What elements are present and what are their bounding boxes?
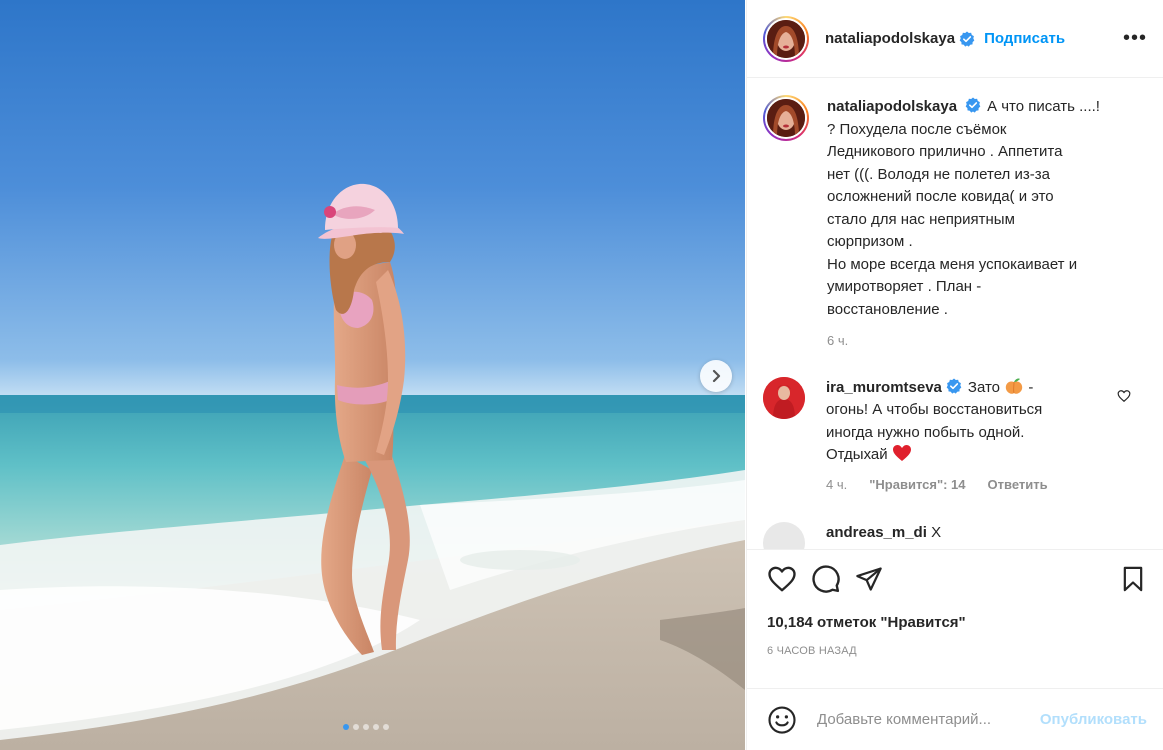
header-username[interactable]: nataliapodolskaya (825, 30, 955, 47)
caption-line: ? Похудела после съёмок (827, 120, 1007, 138)
carousel-dot (343, 724, 349, 730)
post-time-ago[interactable]: 6 ЧАСОВ НАЗАД (767, 645, 1147, 657)
comment-item: ira_muromtseva Зато - огонь! А чтобы вос… (763, 376, 1147, 497)
comment-time[interactable]: 4 ч. (826, 474, 847, 497)
carousel-dot (363, 724, 369, 730)
caption: nataliapodolskaya А что писать ....! ? П… (763, 95, 1147, 353)
carousel-indicator (343, 724, 389, 730)
post-header: nataliapodolskaya Подписать ••• (747, 0, 1163, 78)
carousel-dot (383, 724, 389, 730)
comment-line: Зато (967, 378, 1001, 396)
commenter-avatar[interactable] (763, 376, 805, 419)
caption-line: А что писать ....! (987, 98, 1100, 115)
caption-line: стало для нас неприятным (827, 210, 1015, 228)
comment-line: Х (931, 524, 942, 541)
author-avatar[interactable] (763, 15, 809, 62)
caption-text: nataliapodolskaya А что писать ....! ? П… (827, 96, 1127, 353)
emoji-smiley-icon[interactable] (767, 705, 797, 735)
comment-line: - (1028, 378, 1034, 396)
action-icons (767, 564, 1147, 594)
comment-meta: 4 ч. "Нравится": 14 Ответить (826, 474, 1116, 497)
commenter-avatar[interactable] (763, 522, 805, 549)
carousel-dot (373, 724, 379, 730)
caption-time[interactable]: 6 ч. (827, 330, 1127, 353)
like-comment-heart-icon[interactable] (1117, 389, 1131, 403)
caption-line: нет (((. Володя не полетел из-за (827, 165, 1050, 183)
follow-button[interactable]: Подписать (984, 30, 1065, 47)
share-send-icon[interactable] (855, 565, 883, 593)
post-side-panel: nataliapodolskaya Подписать ••• nataliap… (746, 0, 1163, 750)
caption-username[interactable]: nataliapodolskaya (827, 98, 957, 115)
more-options-icon[interactable]: ••• (1123, 27, 1147, 50)
publish-button[interactable]: Опубликовать (1040, 711, 1147, 728)
caption-line: Но море всегда меня успокаивает и (827, 255, 1078, 273)
comment-bubble-icon[interactable] (811, 564, 841, 594)
caption-line: осложнений после ковида( и это (827, 188, 1054, 205)
verified-badge-icon (946, 378, 962, 394)
comment-input[interactable] (817, 711, 1027, 728)
comment-line: Отдыхай (826, 446, 888, 463)
commenter-username[interactable]: ira_muromtseva (826, 379, 942, 396)
caption-line: умиротворяет . План - (827, 278, 982, 295)
caption-line: восстановление . (827, 300, 948, 318)
comments-list[interactable]: nataliapodolskaya А что писать ....! ? П… (747, 79, 1163, 549)
caption-avatar[interactable] (763, 95, 809, 141)
commenter-username[interactable]: andreas_m_di (826, 524, 927, 541)
likes-count[interactable]: 10,184 отметок "Нравится" (767, 614, 1147, 631)
caption-line: Ледникового прилично . Аппетита (827, 143, 1063, 160)
comment-line: огонь! А чтобы восстановиться (826, 401, 1043, 418)
next-slide-button[interactable] (700, 360, 732, 392)
verified-badge-icon (965, 97, 981, 113)
carousel-dot (353, 724, 359, 730)
red-heart-emoji-icon (892, 445, 911, 461)
post-actions: 10,184 отметок "Нравится" 6 ЧАСОВ НАЗАД (747, 549, 1163, 657)
caption-line: сюрпризом . (827, 233, 913, 250)
chevron-right-icon (712, 369, 721, 383)
comment-text: ira_muromtseva Зато - огонь! А чтобы вос… (826, 377, 1116, 497)
post-photo[interactable] (0, 0, 745, 750)
verified-badge-icon (959, 31, 975, 47)
beach-photo-image (0, 183, 745, 750)
like-heart-icon[interactable] (767, 564, 797, 594)
comment-likes[interactable]: "Нравится": 14 (869, 474, 965, 497)
bookmark-icon[interactable] (1119, 565, 1147, 593)
comment-text: andreas_m_di Х (826, 522, 1116, 549)
comment-line: иногда нужно побыть одной. (826, 423, 1025, 441)
add-comment-bar: Опубликовать (747, 688, 1163, 750)
comment-item-partial: andreas_m_di Х (763, 522, 1147, 549)
reply-button[interactable]: Ответить (988, 474, 1048, 497)
peach-emoji-icon (1006, 377, 1023, 394)
